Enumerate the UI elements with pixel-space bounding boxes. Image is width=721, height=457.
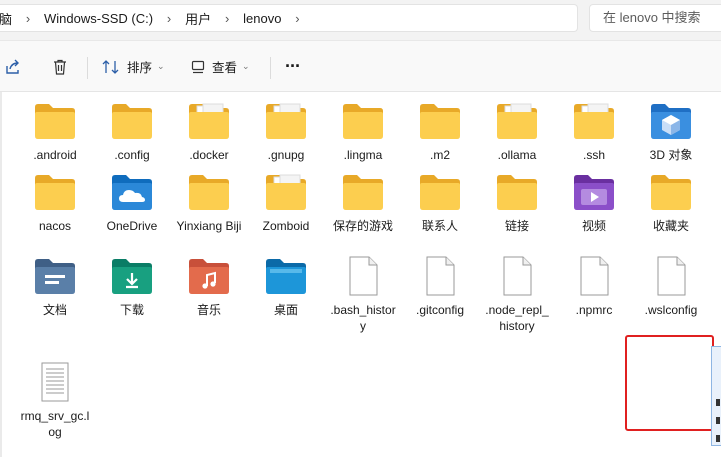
folder-icon bbox=[341, 172, 385, 212]
file-name-label: .ssh bbox=[582, 148, 605, 162]
file-icon bbox=[572, 256, 616, 296]
more-options-button[interactable]: ··· bbox=[285, 41, 301, 92]
file-name-label: 文档 bbox=[42, 303, 67, 317]
file-name-label: Zomboid bbox=[262, 219, 310, 233]
file-name-label: .ollama bbox=[497, 148, 537, 162]
file-name-label: 桌面 bbox=[273, 303, 298, 317]
folder-docs-icon bbox=[264, 172, 308, 212]
folder-downloads-icon bbox=[110, 256, 154, 296]
breadcrumb-segment-lenovo[interactable]: lenovo bbox=[241, 11, 283, 26]
breadcrumb-segment-users[interactable]: 用户 bbox=[183, 9, 213, 28]
folder-3d-icon bbox=[649, 101, 693, 141]
file-name-label: 联系人 bbox=[421, 219, 458, 233]
folder-docs-icon bbox=[495, 101, 539, 141]
file-name-label: OneDrive bbox=[106, 219, 158, 233]
folder-icon bbox=[418, 101, 462, 141]
file-icon bbox=[649, 256, 693, 296]
file-icon bbox=[418, 256, 462, 296]
file-name-label: .gnupg bbox=[267, 148, 305, 162]
file-name-label: rmq_srv_gc.log bbox=[20, 409, 90, 439]
view-icon bbox=[191, 60, 205, 73]
folder-documents-icon bbox=[33, 256, 77, 296]
folder-music-icon bbox=[187, 256, 231, 296]
file-name-label: Yinxiang Biji bbox=[176, 219, 242, 233]
folder-icon bbox=[418, 172, 462, 212]
folder-icon bbox=[33, 172, 77, 212]
file-list: .android .config .docker .gnupg .lingma .m2 .o… bbox=[0, 92, 721, 457]
folder-icon bbox=[33, 101, 77, 141]
file-name-label: .bash_history bbox=[330, 303, 396, 333]
file-name-label: .node_repl_history bbox=[485, 303, 549, 333]
chevron-down-icon: ⌄ bbox=[157, 61, 165, 71]
folder-videos-icon bbox=[572, 172, 616, 212]
file-name-label: 收藏夹 bbox=[652, 219, 689, 233]
file-name-label: .docker bbox=[189, 148, 229, 162]
sort-label: 排序 bbox=[127, 61, 153, 75]
breadcrumb-segment-pc[interactable]: 脑 bbox=[0, 9, 14, 28]
file-name-label: .config bbox=[114, 148, 150, 162]
file-icon bbox=[341, 256, 385, 296]
file-name-label: .android bbox=[33, 148, 77, 162]
file-text-icon bbox=[33, 362, 77, 402]
view-label: 查看 bbox=[212, 61, 238, 75]
share-icon bbox=[6, 59, 19, 74]
breadcrumb[interactable]: 脑 › Windows-SSD (C:) › 用户 › lenovo › bbox=[0, 4, 578, 32]
file-name-label: 保存的游戏 bbox=[332, 219, 393, 233]
trash-icon bbox=[54, 59, 66, 75]
file-name-label: 链接 bbox=[504, 219, 529, 233]
chevron-right-icon[interactable]: › bbox=[213, 11, 241, 26]
file-name-label: 视频 bbox=[581, 219, 606, 233]
folder-icon bbox=[341, 101, 385, 141]
folder-docs-icon bbox=[264, 101, 308, 141]
view-button[interactable]: 查看 ⌄ bbox=[190, 41, 250, 92]
folder-docs-icon bbox=[187, 101, 231, 141]
file-name-label: 下载 bbox=[119, 303, 144, 317]
toolbar-divider bbox=[87, 57, 88, 79]
adjacent-item-edge bbox=[711, 346, 721, 446]
search-input[interactable]: 在 lenovo 中搜索 bbox=[589, 4, 721, 32]
file-name-label: .wslconfig bbox=[644, 303, 698, 317]
chevron-down-icon: ⌄ bbox=[242, 61, 250, 71]
sort-button[interactable]: 排序 ⌄ bbox=[101, 41, 165, 92]
folder-docs-icon bbox=[572, 101, 616, 141]
file-name-label: 3D 对象 bbox=[649, 148, 693, 162]
toolbar-divider bbox=[270, 57, 271, 79]
delete-button[interactable] bbox=[51, 41, 69, 92]
file-name-label: .npmrc bbox=[575, 303, 613, 317]
nav-pane-edge bbox=[0, 92, 2, 457]
chevron-right-icon[interactable]: › bbox=[283, 11, 311, 26]
file-name-label: 音乐 bbox=[196, 303, 221, 317]
folder-desktop-icon bbox=[264, 256, 308, 296]
file-name-label: .lingma bbox=[343, 148, 383, 162]
folder-icon bbox=[495, 172, 539, 212]
chevron-right-icon[interactable]: › bbox=[14, 11, 42, 26]
breadcrumb-segment-drive[interactable]: Windows-SSD (C:) bbox=[42, 11, 155, 26]
share-button[interactable] bbox=[4, 41, 22, 92]
folder-icon bbox=[187, 172, 231, 212]
sort-icon bbox=[102, 59, 119, 74]
folder-icon bbox=[649, 172, 693, 212]
file-name-label: .m2 bbox=[429, 148, 450, 162]
chevron-right-icon[interactable]: › bbox=[155, 11, 183, 26]
file-name-label: .gitconfig bbox=[415, 303, 465, 317]
address-bar-area: 脑 › Windows-SSD (C:) › 用户 › lenovo › 在 l… bbox=[0, 0, 721, 40]
folder-icon bbox=[110, 101, 154, 141]
folder-onedrive-icon bbox=[110, 172, 154, 212]
command-bar: 排序 ⌄ 查看 ⌄ ··· bbox=[0, 40, 721, 92]
selection-highlight-box bbox=[625, 335, 714, 431]
file-name-label: nacos bbox=[38, 219, 72, 233]
file-icon bbox=[495, 256, 539, 296]
